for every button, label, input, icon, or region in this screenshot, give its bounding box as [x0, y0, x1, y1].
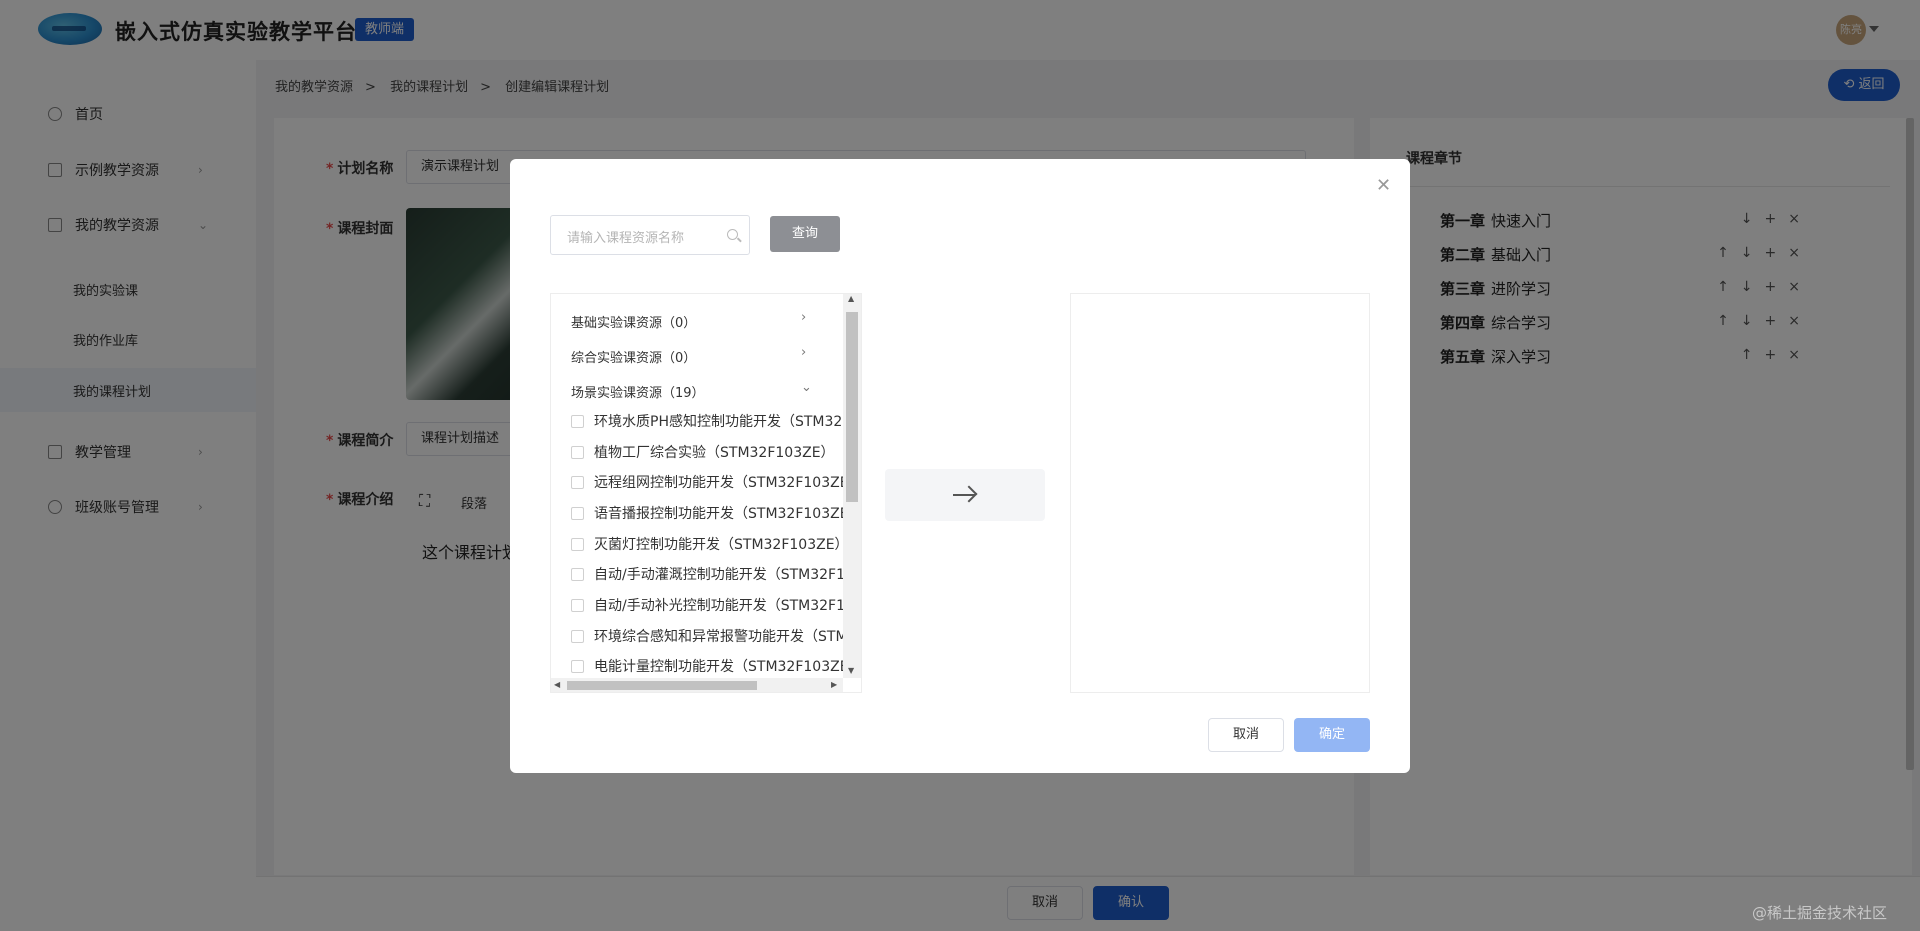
chevron-right-icon[interactable]: › — [801, 345, 806, 360]
checkbox[interactable] — [571, 659, 584, 673]
tree-item[interactable]: 自动/手动补光控制功能开发（STM32F103ZE） — [571, 595, 861, 615]
tree-item[interactable]: 语音播报控制功能开发（STM32F103ZE） — [571, 503, 861, 523]
checkbox[interactable] — [571, 445, 584, 459]
horizontal-scrollbar-thumb[interactable] — [567, 681, 757, 690]
tree-item[interactable]: 远程组网控制功能开发（STM32F103ZE） — [571, 472, 861, 492]
checkbox[interactable] — [571, 475, 584, 489]
tree-item[interactable]: 环境综合感知和异常报警功能开发（STM32F103ZE） — [571, 626, 861, 646]
dialog-cancel-button[interactable]: 取消 — [1208, 718, 1284, 752]
tree-item[interactable]: 环境水质PH感知控制功能开发（STM32F103ZE） — [571, 411, 861, 431]
tree-group-comprehensive[interactable]: 综合实验课资源（0） — [571, 347, 696, 366]
tree-group-scenario[interactable]: 场景实验课资源（19） — [571, 382, 705, 401]
checkbox[interactable] — [571, 506, 584, 520]
tree-item[interactable]: 灭菌灯控制功能开发（STM32F103ZE） — [571, 534, 849, 554]
tree-item[interactable]: 电能计量控制功能开发（STM32F103ZE） — [571, 656, 861, 676]
resource-tree: 基础实验课资源（0） › 综合实验课资源（0） › 场景实验课资源（19） ⌄ … — [550, 293, 862, 693]
close-icon[interactable]: ✕ — [1376, 175, 1391, 196]
chevron-right-icon[interactable]: › — [801, 310, 806, 325]
checkbox[interactable] — [571, 629, 584, 643]
transfer-right-button[interactable] — [885, 469, 1045, 521]
scroll-up-arrow[interactable]: ▲ — [848, 294, 854, 303]
tree-group-basic[interactable]: 基础实验课资源（0） — [571, 312, 696, 331]
selected-resources-panel — [1070, 293, 1370, 693]
checkbox[interactable] — [571, 414, 584, 428]
search-icon — [727, 229, 738, 240]
checkbox[interactable] — [571, 537, 584, 551]
vertical-scrollbar-thumb[interactable] — [846, 312, 858, 502]
checkbox[interactable] — [571, 598, 584, 612]
dialog-ok-button[interactable]: 确定 — [1294, 718, 1370, 752]
tree-item[interactable]: 植物工厂综合实验（STM32F103ZE） — [571, 442, 835, 462]
watermark: @稀土掘金技术社区 — [1752, 904, 1888, 922]
checkbox[interactable] — [571, 567, 584, 581]
search-placeholder: 请输入课程资源名称 — [567, 231, 685, 246]
search-input[interactable]: 请输入课程资源名称 — [550, 215, 750, 255]
scroll-left-arrow[interactable]: ◀ — [554, 680, 560, 689]
chevron-down-icon[interactable]: ⌄ — [801, 380, 812, 395]
scroll-right-arrow[interactable]: ▶ — [831, 680, 837, 689]
resource-picker-dialog: ✕ 请输入课程资源名称 查询 基础实验课资源（0） › 综合实验课资源（0） ›… — [510, 159, 1410, 773]
query-button[interactable]: 查询 — [770, 216, 840, 252]
tree-item[interactable]: 自动/手动灌溉控制功能开发（STM32F103ZE） — [571, 564, 861, 584]
scroll-down-arrow[interactable]: ▼ — [848, 666, 854, 675]
